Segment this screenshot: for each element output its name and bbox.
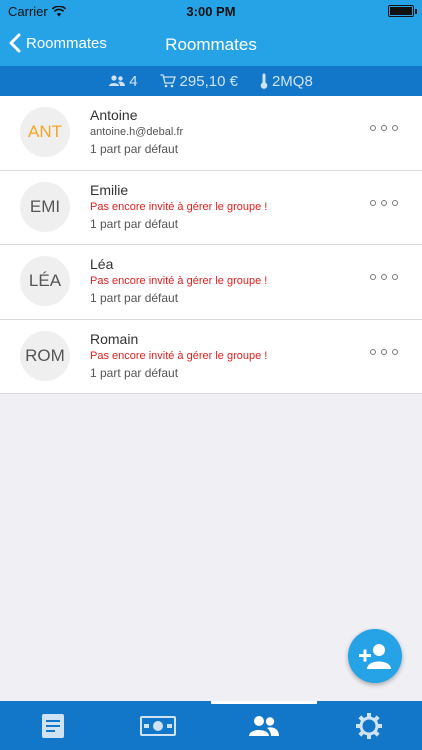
group-code: 2MQ8	[260, 73, 313, 90]
battery-icon	[388, 5, 417, 17]
people-icon	[109, 75, 126, 86]
people-icon	[248, 715, 279, 736]
roommate-row[interactable]: LÉA Léa Pas encore invité à gérer le gro…	[0, 245, 422, 320]
tab-roommates[interactable]	[211, 701, 317, 750]
roommate-name: Antoine	[90, 107, 138, 123]
tab-settings[interactable]	[317, 701, 422, 750]
roommate-share: 1 part par défaut	[90, 216, 179, 231]
members-count-value: 4	[129, 72, 138, 90]
navigation-bar: Roommates Roommates	[0, 22, 422, 66]
cart-icon	[160, 74, 176, 88]
avatar: EMI	[20, 181, 70, 232]
money-icon	[140, 715, 177, 736]
roommate-share: 1 part par défaut	[90, 142, 179, 156]
clock: 3:00 PM	[186, 4, 236, 19]
more-options-icon[interactable]	[370, 199, 398, 206]
avatar: ANT	[20, 107, 70, 157]
total-amount: 295,10 €	[160, 73, 238, 90]
roommate-name: Emilie	[90, 181, 129, 198]
roommate-name: Romain	[90, 330, 139, 347]
invite-warning: Pas encore invité à gérer le groupe !	[90, 200, 268, 213]
group-code-value: 2MQ8	[271, 72, 313, 90]
roommate-row[interactable]: ROM Romain Pas encore invité à gérer le …	[0, 319, 422, 394]
document-icon	[41, 713, 64, 738]
roommate-email: antoine.h@debal.fr	[90, 126, 184, 138]
more-options-icon[interactable]	[370, 274, 398, 280]
group-summary-bar: 4 295,10 € 2MQ8	[0, 66, 422, 96]
invite-warning: Pas encore invité à gérer le groupe !	[90, 349, 268, 362]
invite-warning: Pas encore invité à gérer le groupe !	[90, 275, 268, 287]
tab-balance[interactable]	[106, 701, 212, 750]
members-count: 4	[109, 72, 138, 90]
status-bar: Carrier 3:00 PM	[0, 0, 422, 22]
thermometer-icon	[260, 73, 268, 89]
gear-icon	[356, 712, 383, 739]
roommate-row[interactable]: EMI Emilie Pas encore invité à gérer le …	[0, 170, 422, 245]
tab-bar	[0, 701, 422, 750]
page-title: Roommates	[165, 35, 257, 54]
roommate-share: 1 part par défaut	[90, 365, 179, 380]
roommate-row[interactable]: ANT Antoine antoine.h@debal.fr 1 part pa…	[0, 96, 422, 171]
roommate-share: 1 part par défaut	[90, 291, 179, 305]
avatar: LÉA	[20, 256, 70, 306]
add-user-icon	[359, 644, 391, 669]
more-options-icon[interactable]	[370, 348, 398, 355]
total-amount-value: 295,10 €	[179, 72, 238, 90]
avatar: ROM	[20, 330, 70, 381]
more-options-icon[interactable]	[370, 125, 398, 131]
add-roommate-button[interactable]	[348, 629, 402, 683]
roommates-list: ANT Antoine antoine.h@debal.fr 1 part pa…	[0, 96, 422, 394]
roommate-name: Léa	[90, 256, 114, 272]
tab-expenses[interactable]	[0, 701, 106, 750]
